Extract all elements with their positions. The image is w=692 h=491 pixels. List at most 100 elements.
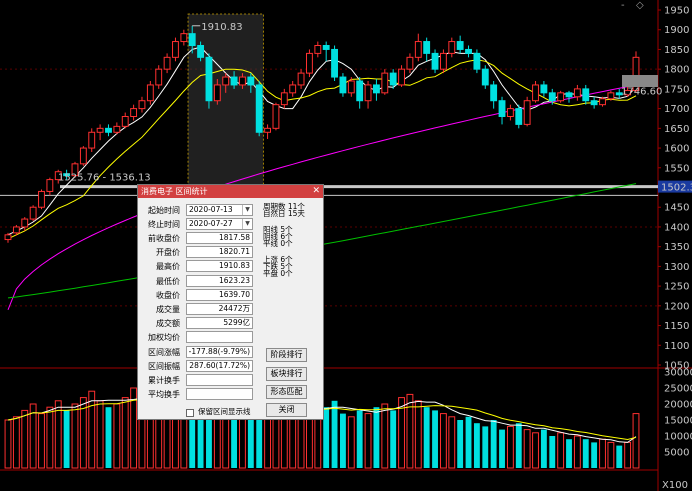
volume-bar: [297, 413, 305, 469]
end-time-label: 终止时间: [148, 220, 180, 229]
candle-body: [557, 92, 565, 102]
close-icon[interactable]: ✕: [312, 185, 320, 198]
candle-body: [180, 33, 188, 43]
volume-bar: [96, 400, 104, 469]
field-row: 加权均价: [138, 331, 258, 344]
volume-bar: [347, 416, 355, 469]
dialog-title-bar[interactable]: 消费电子 区间统计 ✕: [138, 185, 323, 198]
candle-body: [481, 68, 489, 86]
candle-body: [573, 88, 581, 98]
price-tick-label: 1150: [664, 321, 689, 332]
volume-bar: [63, 410, 70, 468]
close-button[interactable]: 关闭: [266, 403, 307, 417]
pattern-match-button[interactable]: 形态匹配: [266, 385, 307, 399]
natural-days: 自然日 15天: [263, 209, 305, 218]
candle-body: [389, 72, 397, 86]
volume-tick-label: 10000: [664, 432, 692, 443]
end-time-value: 2020-07-27: [189, 219, 233, 228]
field-label: 成交额: [156, 319, 180, 329]
volume-bar: [591, 442, 598, 468]
volume-bar: [432, 410, 438, 468]
field-value[interactable]: [186, 331, 253, 344]
candle-body: [506, 108, 514, 118]
candle-body: [113, 125, 121, 133]
field-value[interactable]: [186, 388, 253, 401]
candle-body: [456, 41, 464, 50]
candle-body: [590, 100, 598, 106]
field-value[interactable]: 1817.58: [186, 232, 253, 244]
candle-body: [339, 76, 347, 94]
candle-body: [364, 84, 372, 102]
field-value[interactable]: 1639.70: [186, 288, 253, 301]
price-tick-label: 1850: [664, 45, 689, 56]
field-label: 前收盘价: [148, 234, 180, 243]
candle-body: [473, 52, 481, 70]
candle-body: [163, 56, 171, 70]
volume-bar: [557, 432, 565, 469]
volume-tick-label: 15000: [664, 416, 692, 427]
price-tick-label: 1100: [664, 341, 689, 352]
field-row: 最低价 1623.23: [138, 274, 258, 288]
field-row: 区间涨幅 -177.88(-9.79%): [138, 345, 258, 359]
candle-body: [347, 80, 355, 94]
end-time-select[interactable]: 2020-07-27 ▼: [186, 218, 253, 230]
field-value[interactable]: 1910.83: [186, 260, 253, 273]
minimize-icon[interactable]: -: [621, 0, 625, 11]
start-time-value: 2020-07-13: [189, 205, 233, 214]
field-value[interactable]: 1820.71: [186, 246, 253, 259]
candle-body: [12, 226, 20, 234]
field-value[interactable]: 287.60(17.72%): [186, 359, 253, 372]
volume-bar: [473, 423, 480, 468]
volume-bar: [624, 441, 632, 469]
candle-body: [314, 45, 322, 54]
candle-body: [146, 84, 154, 102]
candle-body: [205, 56, 213, 102]
candle-body: [197, 45, 205, 58]
candle-body: [540, 84, 548, 94]
volume-bar: [272, 416, 280, 469]
candle-body: [230, 76, 238, 86]
volume-bar: [540, 429, 547, 468]
candle-body: [548, 92, 556, 102]
dialog-title: 消费电子 区间统计: [141, 187, 208, 196]
candle-body: [155, 68, 163, 86]
volume-bar: [599, 438, 606, 469]
candle-body: [46, 179, 54, 192]
sector-rank-button[interactable]: 板块排行: [266, 367, 307, 381]
candle-body: [188, 33, 196, 47]
volume-bar: [331, 400, 338, 468]
settings-icon[interactable]: ◇: [636, 0, 644, 11]
volume-bar: [381, 403, 389, 469]
volume-bar: [566, 439, 572, 468]
volume-bar: [465, 416, 472, 468]
price-tick-label: 1700: [664, 104, 689, 115]
field-label: 区间涨幅: [148, 347, 180, 357]
price-tick-label: 1550: [664, 163, 689, 174]
volume-bar: [406, 393, 414, 469]
volume-bar: [356, 410, 363, 468]
volume-bar: [46, 406, 54, 469]
low-range-label: 1525.76 - 1536.13: [58, 172, 151, 183]
field-label: 区间振幅: [148, 361, 180, 371]
field-value[interactable]: 5299亿: [186, 317, 253, 330]
kline-chart[interactable]: 1950 1900 1850 1800 1750 1700 1650 1600 1550 1500…: [0, 0, 692, 491]
field-value[interactable]: 1623.23: [186, 274, 253, 287]
volume-bar: [506, 425, 514, 469]
volume-bar: [423, 407, 430, 468]
candle-body: [172, 41, 179, 58]
chevron-down-icon[interactable]: ▼: [242, 219, 252, 229]
field-row: 收盘价 1639.70: [138, 288, 258, 302]
field-value[interactable]: -177.88(-9.79%): [186, 345, 253, 358]
field-row: 最高价 1910.83: [138, 260, 258, 273]
price-tick-label: 1800: [664, 65, 689, 76]
field-value[interactable]: [186, 374, 253, 386]
candle-body: [381, 72, 389, 94]
keep-range-line-checkbox[interactable]: [186, 409, 194, 417]
chevron-down-icon[interactable]: ▼: [242, 205, 252, 215]
start-time-select[interactable]: 2020-07-13 ▼: [186, 204, 253, 216]
stage-rank-button[interactable]: 阶段排行: [266, 348, 307, 362]
field-value[interactable]: 24472万: [186, 303, 253, 315]
flat-count: 平线 0个: [263, 239, 293, 248]
candle-body: [306, 52, 313, 74]
candle-body: [439, 52, 447, 70]
